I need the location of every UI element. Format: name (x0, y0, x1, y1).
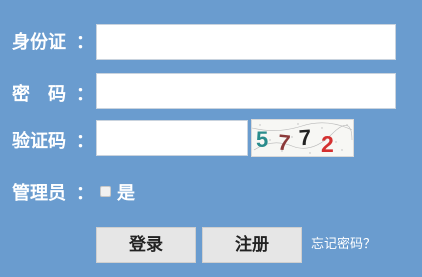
captcha-input[interactable] (96, 120, 248, 156)
forgot-password-link[interactable]: 忘记密码？ (311, 237, 376, 253)
password-label: 密 码 (12, 84, 66, 105)
captcha-char: 5 (256, 127, 268, 152)
captcha-char: 2 (321, 131, 334, 156)
register-button[interactable]: 注册 (202, 227, 302, 263)
admin-colon: ： (76, 183, 94, 204)
admin-checkbox[interactable] (100, 186, 111, 197)
admin-label: 管理员 (12, 183, 66, 204)
captcha-colon: ： (76, 131, 94, 152)
id-card-label: 身份证 (12, 32, 66, 53)
login-button[interactable]: 登录 (96, 227, 196, 263)
captcha-graphic: 5 7 7 2 (252, 122, 353, 156)
captcha-label: 验证码 (12, 131, 66, 152)
captcha-image[interactable]: 5 7 7 2 (251, 119, 354, 157)
password-colon: ： (76, 84, 94, 105)
id-card-colon: ： (76, 32, 94, 53)
captcha-char: 7 (298, 125, 312, 151)
captcha-char: 7 (277, 129, 292, 155)
id-card-input[interactable] (96, 24, 396, 60)
password-input[interactable] (96, 73, 396, 109)
admin-yes-label: 是 (117, 183, 135, 204)
